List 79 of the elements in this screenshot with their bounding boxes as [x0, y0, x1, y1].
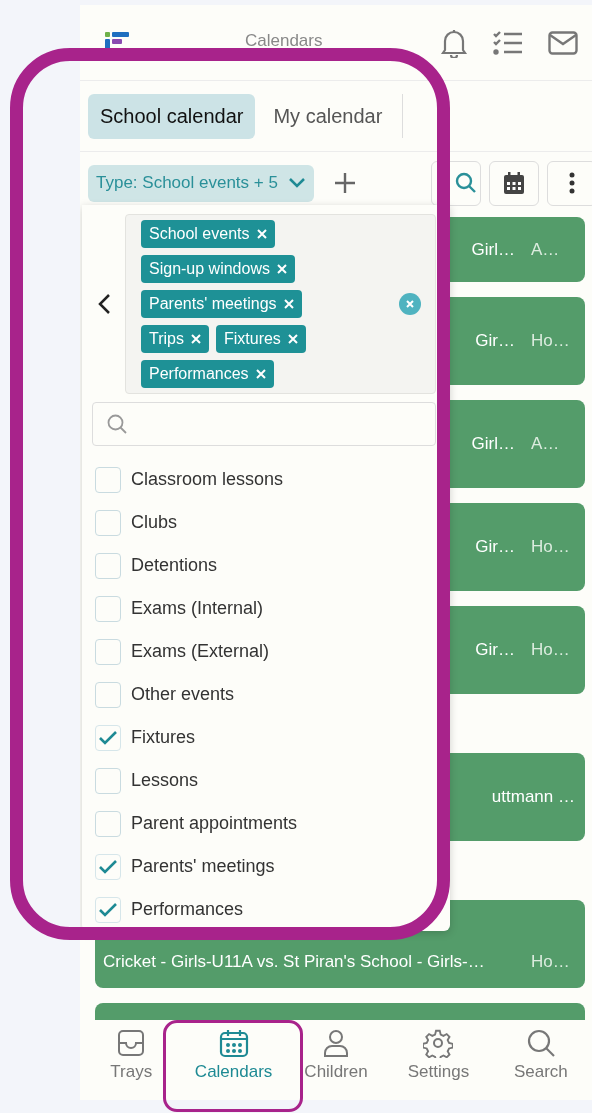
option-label: Exams (External) [131, 641, 270, 662]
close-icon[interactable] [276, 264, 287, 274]
nav-tab[interactable]: Trays [80, 1020, 183, 1100]
close-icon[interactable] [190, 334, 201, 344]
event-location: Ho… [531, 640, 571, 660]
bell-icon[interactable] [440, 27, 468, 58]
event-location: A… [531, 434, 561, 454]
checkbox[interactable] [95, 638, 121, 665]
event-title: Girl… [471, 434, 515, 454]
search-icon [455, 172, 477, 194]
nav-tab[interactable]: Calendars [182, 1020, 285, 1100]
close-icon[interactable] [255, 369, 266, 379]
filter-tag[interactable]: School events [141, 220, 275, 248]
search-field[interactable] [92, 402, 436, 446]
calendar-tab[interactable]: School calendar [88, 93, 256, 139]
option-label: Detentions [131, 555, 218, 576]
checkbox[interactable] [95, 896, 121, 923]
event-location: Ho… [531, 952, 571, 972]
filter-tag[interactable]: Performances [141, 360, 274, 388]
option-label: Parent appointments [131, 813, 298, 834]
nav-tab[interactable]: Children [284, 1020, 388, 1100]
option-label: Clubs [131, 512, 178, 533]
settings-icon [423, 1028, 454, 1058]
checkbox[interactable] [95, 466, 121, 493]
check-icon [98, 858, 118, 875]
event-title: Gir… [475, 640, 515, 660]
filter-tag[interactable]: Fixtures [215, 325, 306, 353]
more-button[interactable] [547, 160, 592, 206]
option-label: Exams (Internal) [131, 598, 264, 619]
checkbox[interactable] [95, 767, 121, 794]
checklist-icon[interactable] [493, 29, 523, 56]
calendar-icon [218, 1028, 249, 1058]
page-title: Calendars [245, 31, 323, 51]
filter-tag[interactable]: Trips [141, 325, 209, 353]
option-label: Other events [131, 684, 235, 705]
checkbox[interactable] [95, 552, 121, 579]
event-title: Gir… [475, 537, 515, 557]
option-label: Classroom lessons [131, 469, 284, 490]
event-title: uttmann … [491, 787, 575, 807]
filter-tag[interactable]: Sign-up windows [141, 255, 295, 283]
filter-tag[interactable]: Parents' meetings [141, 290, 302, 318]
person-icon [321, 1028, 351, 1058]
tray-icon [116, 1028, 147, 1058]
type-filter-dropdown[interactable]: Type: School events + 5 [88, 164, 314, 202]
event-location: Ho… [531, 537, 571, 557]
option-label: Lessons [131, 770, 199, 791]
checkbox[interactable] [95, 724, 121, 751]
nav-tab[interactable]: Settings [387, 1020, 490, 1100]
more-icon [569, 172, 575, 194]
search-icon [107, 414, 127, 434]
calendar-button[interactable] [489, 160, 539, 206]
checkbox[interactable] [95, 681, 121, 708]
event-location: Ho… [531, 331, 571, 351]
close-icon[interactable] [283, 299, 294, 309]
checkbox[interactable] [95, 853, 121, 880]
calendar-tab[interactable]: My calendar [261, 93, 395, 139]
option-label: Fixtures [131, 727, 195, 748]
checkbox[interactable] [95, 509, 121, 536]
clear-icon[interactable] [399, 293, 421, 315]
option-label: Parents' meetings [131, 856, 275, 877]
event-title: Girl… [471, 239, 515, 260]
event-location: A… [531, 239, 561, 260]
mail-icon[interactable] [548, 30, 578, 55]
event-title: Gir… [475, 331, 515, 351]
close-icon[interactable] [287, 334, 298, 344]
search-icon [525, 1028, 556, 1058]
check-icon [98, 729, 118, 746]
selected-tags-field[interactable]: School events Sign-up windows Parents' meetings Trips Fixtures Performances [125, 214, 436, 394]
event-title: Cricket - Girls-U11A vs. St Piran's School - Girls-… [103, 952, 485, 972]
plus-icon[interactable] [333, 172, 356, 194]
checkbox[interactable] [95, 595, 121, 622]
nav-tab[interactable]: Search [489, 1020, 592, 1100]
checkbox[interactable] [95, 810, 121, 837]
check-icon [98, 901, 118, 918]
close-icon[interactable] [256, 229, 267, 239]
chevron-down-icon [287, 177, 306, 189]
calendar-icon [503, 171, 525, 195]
option-label: Performances [131, 899, 244, 920]
chevron-left-icon[interactable] [97, 293, 111, 315]
